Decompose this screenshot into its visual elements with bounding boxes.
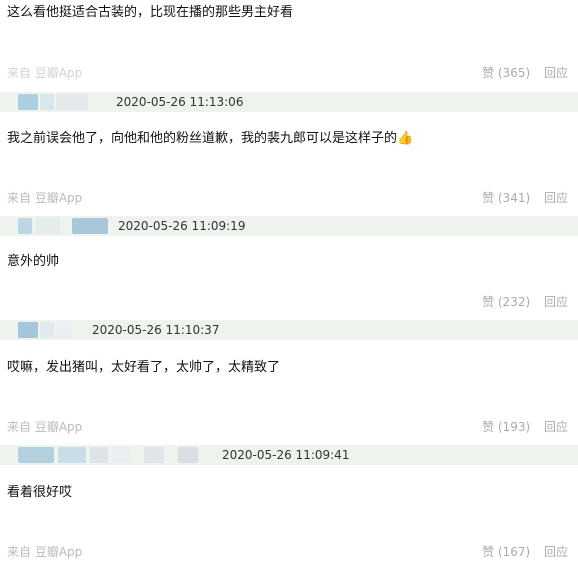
user-name-blurred[interactable] (178, 447, 198, 463)
comment-meta-row: 来自 豆瓣App 赞 (167) 回应 (0, 541, 578, 561)
thumbs-up-icon: 👍 (397, 131, 414, 146)
user-avatar[interactable] (18, 447, 54, 463)
comment-timestamp: 2020-05-26 11:13:06 (116, 95, 244, 109)
comment-header: 2020-05-26 11:09:41 (0, 445, 578, 465)
user-name-blurred[interactable] (90, 447, 108, 463)
like-button[interactable]: 赞 (341) (482, 191, 530, 205)
user-name-blurred[interactable] (112, 447, 130, 463)
like-button[interactable]: 赞 (193) (482, 420, 530, 434)
comment-timestamp: 2020-05-26 11:09:19 (118, 219, 246, 233)
user-name-blurred[interactable] (56, 94, 88, 110)
user-avatar[interactable] (18, 322, 38, 338)
user-name-blurred[interactable] (58, 447, 86, 463)
comment-source: 来自 豆瓣App (7, 66, 83, 80)
comment-meta-row: 来自 豆瓣App 赞 (341) 回应 (0, 187, 578, 207)
user-avatar[interactable] (18, 218, 32, 234)
comment-text: 哎嘛，发出猪叫，太好看了，太帅了，太精致了 (7, 360, 281, 375)
comment-text: 看着很好哎 (7, 485, 73, 500)
user-name-blurred[interactable] (56, 322, 72, 338)
user-name-blurred[interactable] (40, 94, 54, 110)
user-name-blurred[interactable] (36, 218, 60, 234)
comment-meta-row: 赞 (232) 回应 (0, 291, 578, 311)
comment-source: 来自 豆瓣App (7, 191, 83, 205)
comment-meta-row: 来自 豆瓣App 赞 (365) 回应 (0, 62, 578, 82)
comment-source: 来自 豆瓣App (7, 545, 83, 559)
user-name-blurred[interactable] (40, 322, 54, 338)
user-name-blurred[interactable] (144, 447, 164, 463)
comment-header: 2020-05-26 11:09:19 (0, 216, 578, 236)
like-button[interactable]: 赞 (232) (482, 295, 530, 309)
like-button[interactable]: 赞 (167) (482, 545, 530, 559)
user-avatar[interactable] (18, 94, 38, 110)
comment-timestamp: 2020-05-26 11:10:37 (92, 323, 220, 337)
user-name-blurred[interactable] (72, 218, 108, 234)
reply-button[interactable]: 回应 (544, 545, 568, 559)
reply-button[interactable]: 回应 (544, 420, 568, 434)
reply-button[interactable]: 回应 (544, 66, 568, 80)
reply-button[interactable]: 回应 (544, 191, 568, 205)
reply-button[interactable]: 回应 (544, 295, 568, 309)
comment-timestamp: 2020-05-26 11:09:41 (222, 448, 350, 462)
comment-header: 2020-05-26 11:10:37 (0, 320, 578, 340)
comment-header: 2020-05-26 11:13:06 (0, 92, 578, 112)
comment-source: 来自 豆瓣App (7, 420, 83, 434)
comment-text-body: 我之前误会他了，向他和他的粉丝道歉，我的裴九郎可以是这样子的 (7, 131, 398, 146)
comment-meta-row: 来自 豆瓣App 赞 (193) 回应 (0, 416, 578, 436)
comment-text: 意外的帅 (7, 254, 60, 269)
comment-text: 我之前误会他了，向他和他的粉丝道歉，我的裴九郎可以是这样子的👍 (7, 131, 578, 147)
comment-text: 这么看他挺适合古装的，比现在播的那些男主好看 (7, 5, 294, 20)
like-button[interactable]: 赞 (365) (482, 66, 530, 80)
